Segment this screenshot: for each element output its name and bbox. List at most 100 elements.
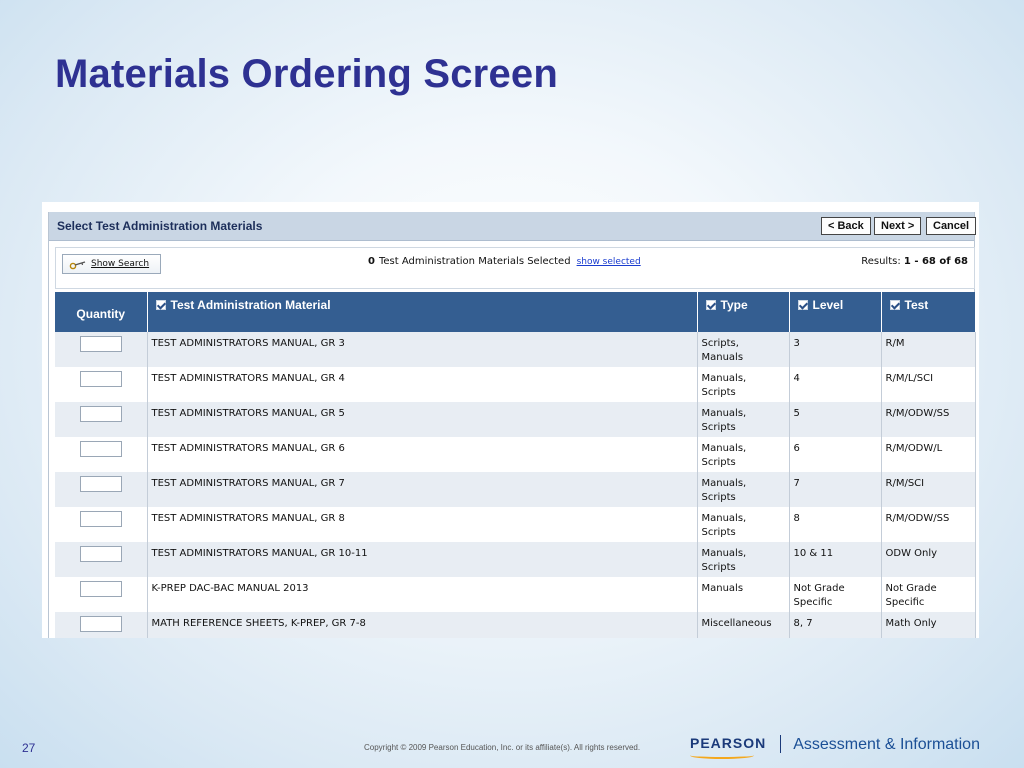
quantity-input[interactable]: [79, 511, 122, 527]
material-cell: MATH REFERENCE SHEETS, K-PREP, GR 7-8: [147, 612, 698, 638]
level-cell: 5: [789, 402, 882, 437]
type-line: Manuals,: [701, 408, 747, 419]
checkbox-checked-icon[interactable]: [889, 300, 900, 310]
quantity-cell: [55, 542, 148, 577]
level-cell: 3: [789, 332, 882, 367]
panel-header: Select Test Administration Materials < B…: [49, 212, 977, 241]
test-line: Math Only: [885, 618, 937, 629]
quantity-cell: [55, 332, 148, 367]
brand-tagline: Assessment & Information: [793, 736, 980, 753]
level-line: Not Grade: [793, 583, 845, 594]
quantity-input[interactable]: [79, 336, 122, 352]
type-cell: Miscellaneous: [697, 612, 790, 638]
test-cell: R/M/L/SCI: [881, 367, 976, 402]
test-line: Not Grade: [885, 583, 937, 594]
results-summary: Results: 1 - 68 of 68: [861, 256, 968, 267]
pearson-logo: PEARSON: [690, 735, 767, 759]
key-icon: [69, 259, 87, 269]
materials-table-body: TEST ADMINISTRATORS MANUAL, GR 3 Scripts,…: [55, 332, 976, 638]
quantity-input[interactable]: [79, 581, 122, 597]
quantity-cell: [55, 437, 148, 472]
level-line: Specific: [793, 597, 833, 608]
pearson-wordmark: PEARSON: [690, 735, 767, 751]
quantity-cell: [55, 367, 148, 402]
table-header-row: Quantity Test Administration Material Ty…: [55, 292, 976, 332]
checkbox-checked-icon[interactable]: [797, 300, 808, 310]
level-line: 4: [793, 373, 800, 384]
column-header-level-label: Level: [812, 298, 844, 312]
checkbox-checked-icon[interactable]: [705, 300, 716, 310]
test-cell: R/M: [881, 332, 976, 367]
table-row: K-PREP DAC-BAC MANUAL 2013 Manuals Not Gra…: [55, 577, 976, 612]
level-cell: 10 & 11: [789, 542, 882, 577]
test-cell: Math Only: [881, 612, 976, 638]
type-cell: Manuals, Scripts: [697, 542, 790, 577]
type-line: Scripts: [701, 492, 736, 503]
selected-label: Test Administration Materials Selected: [378, 256, 571, 267]
table-row: TEST ADMINISTRATORS MANUAL, GR 10-11 Manu…: [55, 542, 976, 577]
table-row: TEST ADMINISTRATORS MANUAL, GR 4 Manuals,…: [55, 367, 976, 402]
type-line: Manuals: [701, 583, 744, 594]
level-cell: 8: [789, 507, 882, 542]
quantity-cell: [55, 402, 148, 437]
level-line: 8: [793, 513, 800, 524]
material-cell: K-PREP DAC-BAC MANUAL 2013: [147, 577, 698, 612]
quantity-input[interactable]: [79, 616, 122, 632]
quantity-input[interactable]: [79, 476, 122, 492]
type-line: Manuals,: [701, 513, 747, 524]
quantity-cell: [55, 472, 148, 507]
panel-title: Select Test Administration Materials: [57, 219, 263, 233]
slide-title: Materials Ordering Screen: [55, 52, 558, 96]
test-line: R/M/ODW/L: [885, 443, 943, 454]
level-line: 6: [793, 443, 800, 454]
show-selected-link[interactable]: show selected: [577, 257, 641, 267]
level-cell: Not Grade Specific: [789, 577, 882, 612]
material-cell: TEST ADMINISTRATORS MANUAL, GR 6: [147, 437, 698, 472]
quantity-cell: [55, 577, 148, 612]
column-header-type[interactable]: Type: [697, 292, 790, 332]
type-cell: Manuals, Scripts: [697, 367, 790, 402]
material-cell: TEST ADMINISTRATORS MANUAL, GR 10-11: [147, 542, 698, 577]
back-button[interactable]: < Back: [821, 217, 871, 235]
column-header-quantity: Quantity: [55, 292, 148, 332]
type-line: Scripts: [701, 457, 736, 468]
slide-number: 27: [22, 741, 36, 755]
quantity-input[interactable]: [79, 546, 122, 562]
quantity-input[interactable]: [79, 371, 122, 387]
logo-swoosh-icon: [690, 752, 754, 759]
checkbox-checked-icon[interactable]: [155, 300, 166, 310]
type-cell: Manuals, Scripts: [697, 507, 790, 542]
type-line: Scripts: [701, 562, 736, 573]
material-cell: TEST ADMINISTRATORS MANUAL, GR 5: [147, 402, 698, 437]
test-cell: R/M/ODW/SS: [881, 507, 976, 542]
test-line: R/M/ODW/SS: [885, 513, 950, 524]
quantity-input[interactable]: [79, 406, 122, 422]
column-header-test[interactable]: Test: [881, 292, 976, 332]
quantity-cell: [55, 612, 148, 638]
material-cell: TEST ADMINISTRATORS MANUAL, GR 4: [147, 367, 698, 402]
type-line: Manuals,: [701, 443, 747, 454]
test-line: R/M/SCI: [885, 478, 925, 489]
test-cell: ODW Only: [881, 542, 976, 577]
column-header-level[interactable]: Level: [789, 292, 882, 332]
show-search-button[interactable]: Show Search: [62, 254, 161, 274]
table-row: TEST ADMINISTRATORS MANUAL, GR 5 Manuals,…: [55, 402, 976, 437]
column-header-test-label: Test: [904, 298, 929, 312]
column-header-material[interactable]: Test Administration Material: [147, 292, 698, 332]
level-line: 8, 7: [793, 618, 813, 629]
selected-count-text: 0 Test Administration Materials Selected s…: [368, 256, 641, 267]
level-cell: 8, 7: [789, 612, 882, 638]
test-cell: Not Grade Specific: [881, 577, 976, 612]
table-row: MATH REFERENCE SHEETS, K-PREP, GR 7-8 Mis…: [55, 612, 976, 638]
results-range: 1 - 68 of 68: [903, 256, 968, 267]
level-cell: 4: [789, 367, 882, 402]
quantity-input[interactable]: [79, 441, 122, 457]
type-line: Manuals,: [701, 548, 747, 559]
selected-count: 0: [368, 256, 375, 267]
cancel-button[interactable]: Cancel: [926, 217, 977, 235]
pearson-brand: PEARSON Assessment & Information: [690, 735, 980, 759]
level-line: 10 & 11: [793, 548, 834, 559]
type-line: Scripts: [701, 387, 736, 398]
next-button[interactable]: Next >: [874, 217, 922, 235]
type-line: Miscellaneous: [701, 618, 772, 629]
